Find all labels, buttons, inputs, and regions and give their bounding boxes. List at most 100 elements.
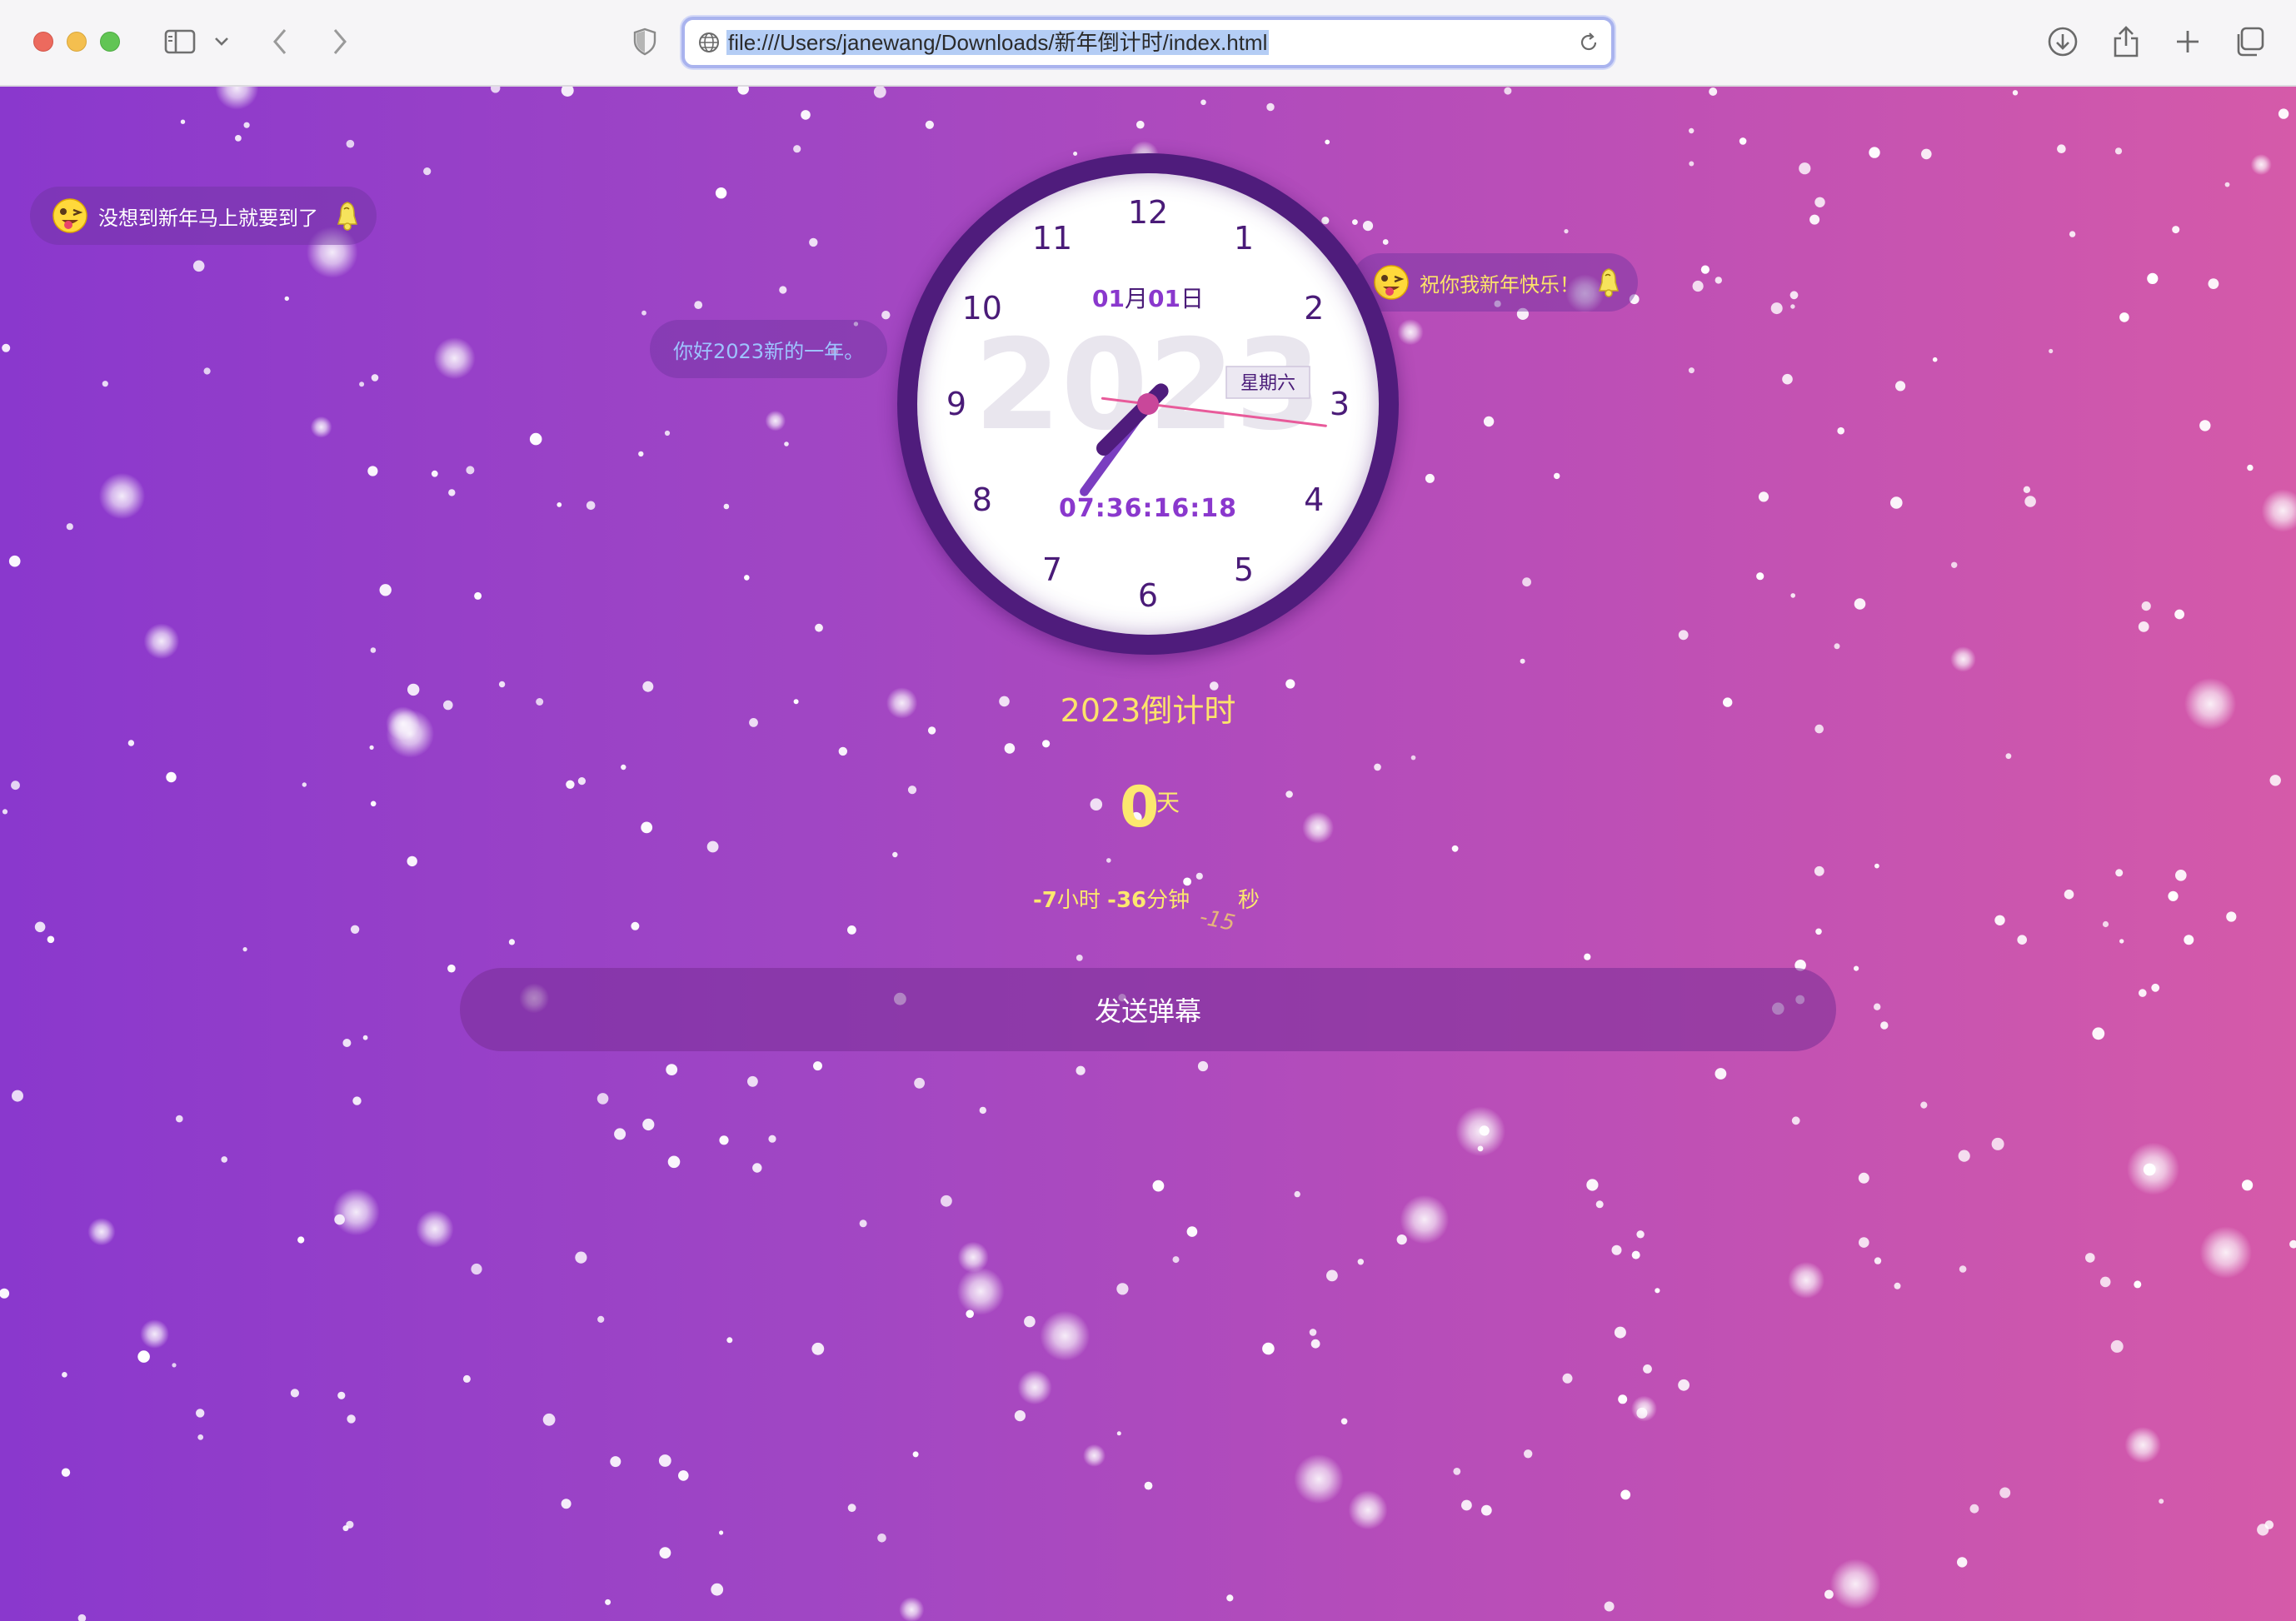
snowflake (2127, 1142, 2180, 1195)
snowflake (1655, 1288, 1660, 1294)
countdown-days-unit: 天 (1156, 789, 1180, 816)
snowflake (1410, 755, 1416, 761)
tab-overview-button[interactable] (2231, 22, 2268, 62)
snowflake (2024, 496, 2036, 507)
clock-number: 12 (1128, 194, 1168, 231)
snowflake (143, 623, 180, 660)
snowflake (1480, 1504, 1492, 1516)
clock-weekday: 星期六 (1240, 373, 1295, 394)
snowflake (1116, 1283, 1129, 1295)
snowflake (706, 840, 719, 853)
snowflake (1586, 1179, 1599, 1191)
send-danmaku-button[interactable]: 发送弹幕 (460, 968, 1836, 1051)
countdown-seconds-value: -15 (1197, 904, 1238, 937)
chevron-left-icon (273, 29, 287, 54)
clock-date-month-unit: 月 (1125, 285, 1148, 312)
share-button[interactable] (2108, 22, 2144, 62)
clock-number: 7 (1042, 551, 1062, 588)
url-text[interactable]: file:///Users/janewang/Downloads/新年倒计时/i… (726, 30, 1270, 55)
back-button[interactable] (265, 22, 295, 62)
window-minimize-button[interactable] (67, 32, 87, 52)
clock-number: 11 (1032, 220, 1072, 257)
snowflake (723, 503, 730, 510)
snowflake (196, 1409, 205, 1418)
snowflake (407, 855, 417, 867)
snowflake (1042, 740, 1051, 748)
snowflake (719, 1530, 724, 1535)
reload-icon[interactable] (1578, 32, 1600, 53)
snowflake (347, 1414, 356, 1424)
privacy-shield-button[interactable] (630, 22, 660, 62)
snowflake (1959, 1265, 1967, 1273)
snowflake (1799, 162, 1811, 175)
snowflake (642, 681, 654, 692)
downloads-button[interactable] (2044, 22, 2081, 62)
snowflake (137, 1350, 150, 1363)
snowflake (1357, 1259, 1365, 1265)
snowflake (1400, 1195, 1450, 1244)
window-close-button[interactable] (33, 32, 53, 52)
snowflake (284, 296, 289, 302)
snowflake (1611, 1244, 1622, 1255)
clock-number: 4 (1304, 481, 1324, 518)
analog-clock: 2023 12 1 2 3 4 5 6 7 8 9 10 11 01月01日 星期六 07:36:16… (897, 153, 1399, 655)
snowflake (215, 87, 259, 110)
sidebar-menu-button[interactable] (210, 22, 233, 62)
snowflake (359, 382, 365, 387)
snowflake (979, 1106, 987, 1115)
snowflake (2175, 870, 2187, 881)
snowflake (641, 310, 646, 316)
new-tab-button[interactable] (2169, 22, 2206, 62)
snowflake (337, 1391, 346, 1399)
snowflake (956, 1267, 1005, 1315)
snowflake (2102, 920, 2109, 928)
snowflake (62, 1372, 67, 1378)
chevron-down-icon (215, 37, 228, 46)
forward-button[interactable] (325, 22, 355, 62)
window-maximize-button[interactable] (100, 32, 120, 52)
snowflake (2224, 182, 2230, 187)
snowflake (180, 119, 186, 124)
snowflake (1920, 1101, 1928, 1109)
snowflake (1824, 1589, 1834, 1599)
snowflake (957, 1241, 989, 1273)
snowflake (873, 87, 886, 98)
snowflake (577, 777, 586, 786)
address-bar[interactable]: file:///Users/janewang/Downloads/新年倒计时/i… (681, 17, 1615, 68)
clock-svg: 2023 121234567891011 01月01日 星期六 07:36:16… (946, 194, 1350, 614)
clock-date: 01月01日 (1092, 285, 1204, 312)
snowflake (2199, 420, 2211, 431)
tabs-overview-icon (2237, 27, 2264, 57)
snowflake (1837, 426, 1844, 435)
snowflake (2115, 869, 2124, 877)
snowflake (235, 135, 242, 142)
snowflake (1584, 953, 1591, 960)
snowflake (809, 237, 818, 247)
snowflake (1969, 1504, 1979, 1514)
countdown-minutes-value: -36 (1107, 888, 1147, 913)
snowflake (881, 311, 891, 320)
snowflake (605, 1599, 611, 1605)
snowflake (694, 301, 703, 309)
snowflake (2069, 231, 2076, 237)
snowflake (1310, 1339, 1320, 1349)
clock-number: 9 (946, 386, 966, 422)
snowflake (899, 1597, 925, 1621)
danmaku-bubble: 你好2023新的一年。 (650, 320, 888, 378)
snowflake (1854, 598, 1866, 610)
countdown-hms: -7小时 -36分钟 (1033, 883, 1190, 916)
snowflake (1814, 197, 1825, 207)
snowflake (1144, 1481, 1153, 1490)
snowflake (658, 1454, 671, 1467)
snowflake (927, 726, 936, 735)
snowflake (1932, 357, 1938, 362)
chevron-right-icon (333, 29, 347, 54)
snowflake (362, 1035, 368, 1040)
sidebar-toggle-button[interactable] (160, 22, 200, 62)
snowflake (2174, 609, 2185, 620)
snowflake (1791, 1116, 1800, 1125)
snowflake (290, 1389, 299, 1398)
snowflake (1425, 473, 1435, 483)
snowflake (597, 1315, 605, 1323)
clock-number: 6 (1138, 577, 1158, 614)
